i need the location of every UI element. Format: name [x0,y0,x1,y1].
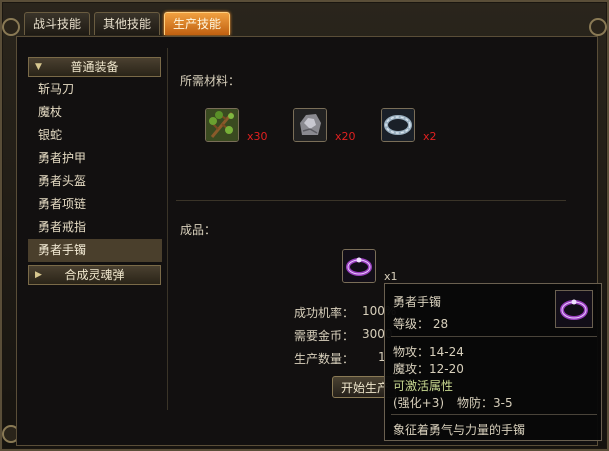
tab-combat-skills[interactable]: 战斗技能 [24,12,91,35]
chain-icon[interactable] [381,108,415,142]
material-qty: x30 [247,130,268,143]
recipe-item-selected[interactable]: 勇者手镯 [28,239,162,262]
materials-label: 所需材料： [180,74,241,88]
product-label: 成品： [180,223,217,237]
item-tooltip: 勇者手镯 等级： 28 物攻：14-24 魔攻：12-20 可激活属性 (强化+… [384,283,602,441]
triangle-right-icon: ▶ [35,270,42,280]
tooltip-separator [391,414,597,415]
recipe-item[interactable]: 勇者戒指 [28,216,162,239]
wood-branch-icon[interactable] [205,108,239,142]
frame-ornament [2,18,20,36]
divider [176,200,566,201]
category-normal-equipment[interactable]: ▼ 普通装备 [28,57,161,77]
recipe-item[interactable]: 魔杖 [28,101,162,124]
recipe-list: 斩马刀 魔杖 银蛇 勇者护甲 勇者头盔 勇者项链 勇者戒指 勇者手镯 [28,78,162,262]
material-qty: x2 [423,130,437,143]
tooltip-description: 象征着勇气与力量的手镯 [393,423,526,437]
tooltip-enhance: (强化+3) [393,396,445,410]
tooltip-activatable: 可激活属性 [393,379,454,393]
tooltip-level: 等级： 28 [393,317,449,331]
bracelet-icon[interactable] [342,249,376,283]
frame-ornament [589,18,607,36]
tab-bar: 战斗技能 其他技能 生产技能 [24,12,231,36]
success-rate-label: 成功机率： [294,306,355,320]
recipe-item[interactable]: 勇者护甲 [28,147,162,170]
tooltip-attack: 物攻：14-24 [393,345,464,359]
product-qty: x1 [384,270,398,283]
tooltip-defense: 物防：3-5 [457,396,513,410]
tooltip-separator [391,336,597,337]
bracelet-icon [555,290,593,328]
production-qty-label: 生产数量： [294,352,355,366]
recipe-item[interactable]: 银蛇 [28,124,162,147]
tooltip-item-name: 勇者手镯 [393,295,442,309]
gold-cost-label: 需要金币： [294,329,355,343]
category-label: 合成灵魂弹 [64,268,125,282]
tab-production-skills[interactable]: 生产技能 [164,12,231,35]
material-qty: x20 [335,130,356,143]
iron-ore-icon[interactable] [293,108,327,142]
divider [167,48,168,410]
recipe-item[interactable]: 勇者头盔 [28,170,162,193]
tooltip-magic: 魔攻：12-20 [393,362,464,376]
recipe-item[interactable]: 斩马刀 [28,78,162,101]
tab-other-skills[interactable]: 其他技能 [94,12,161,35]
category-label: 普通装备 [70,60,119,74]
recipe-item[interactable]: 勇者项链 [28,193,162,216]
triangle-down-icon: ▼ [35,62,42,72]
category-soul-bullet[interactable]: ▶ 合成灵魂弹 [28,265,161,285]
